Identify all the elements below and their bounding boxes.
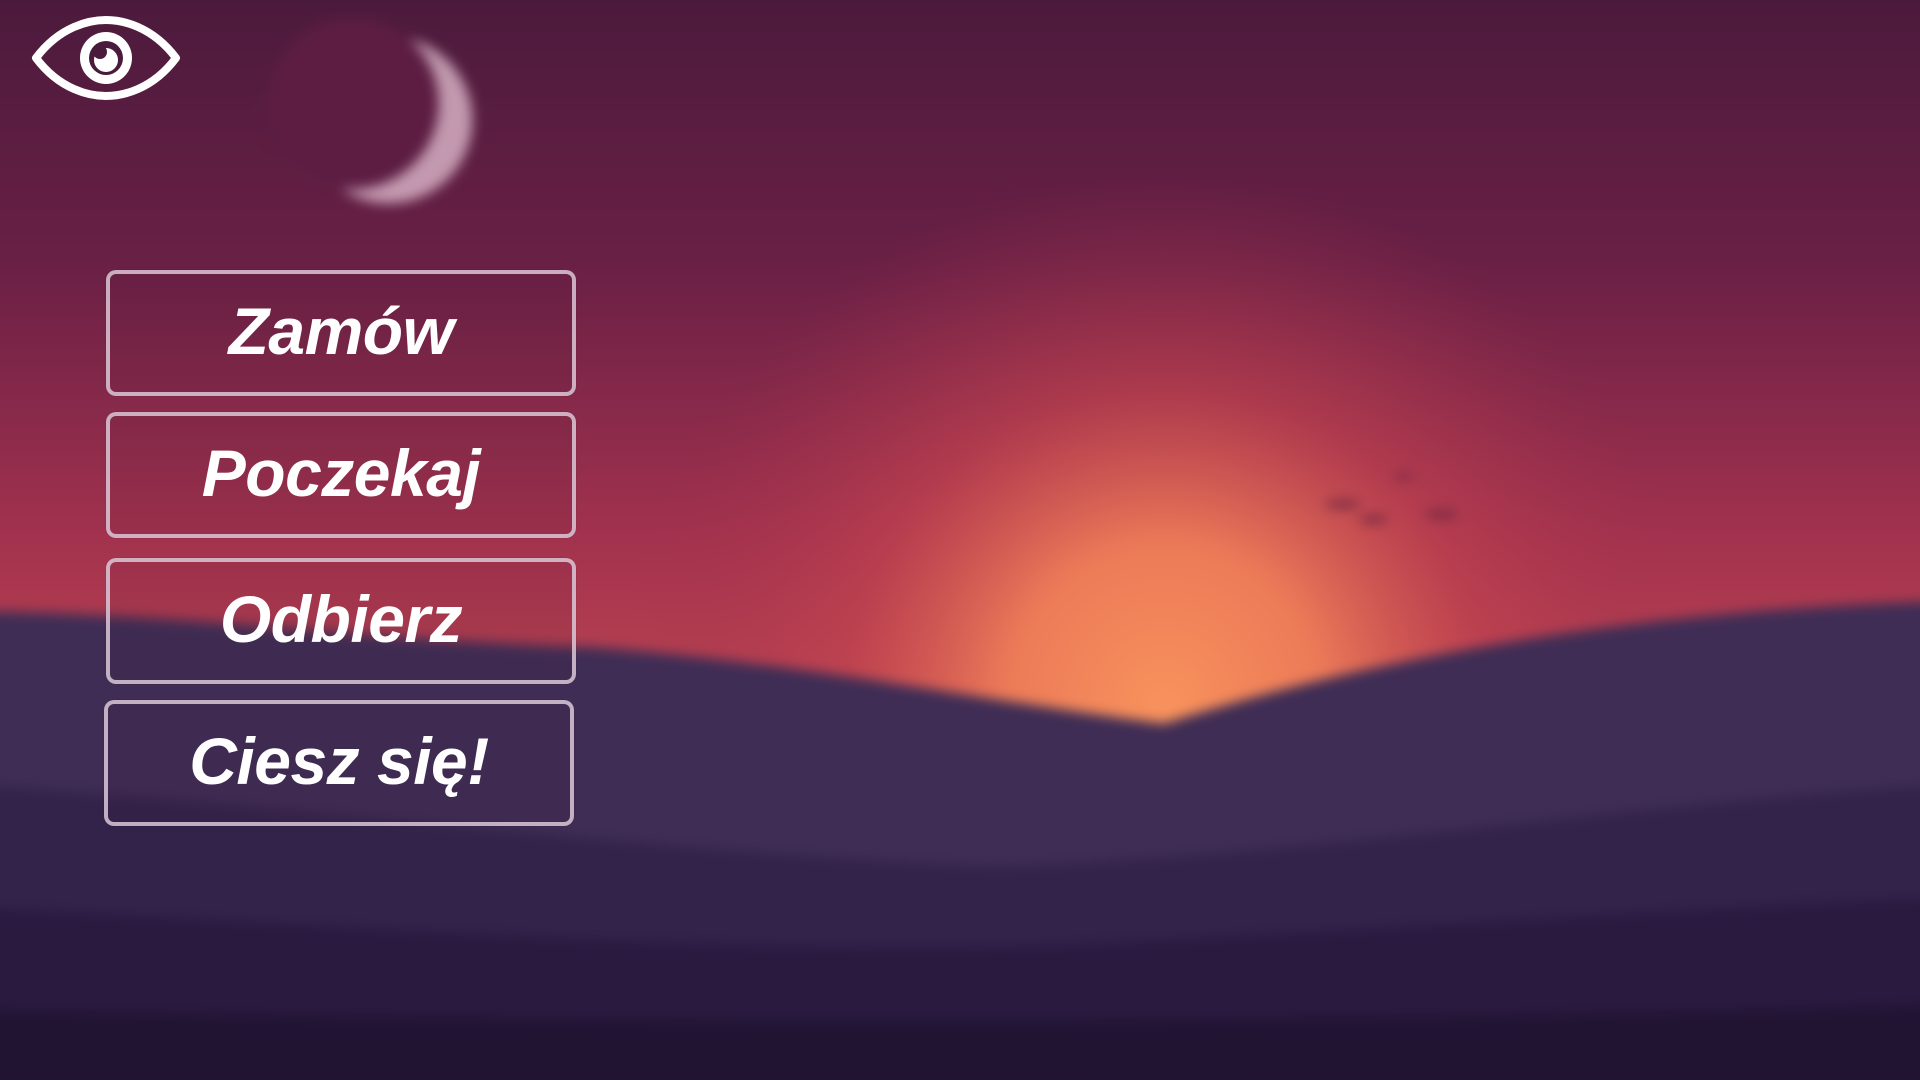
eye-icon	[32, 16, 180, 100]
collect-button-label: Odbierz	[219, 582, 463, 656]
enjoy-button[interactable]: Ciesz się!	[104, 700, 574, 826]
visibility-toggle-button[interactable]	[30, 16, 182, 100]
enjoy-button-label: Ciesz się!	[189, 724, 489, 798]
order-button-label: Zamów	[228, 294, 454, 368]
collect-button[interactable]: Odbierz	[106, 558, 576, 684]
main-menu: Zamów Poczekaj Odbierz Ciesz się!	[104, 270, 578, 826]
game-screen: Zamów Poczekaj Odbierz Ciesz się!	[0, 0, 1920, 1080]
wait-button-label: Poczekaj	[201, 436, 481, 510]
wait-button[interactable]: Poczekaj	[106, 412, 576, 538]
order-button[interactable]: Zamów	[106, 270, 576, 396]
